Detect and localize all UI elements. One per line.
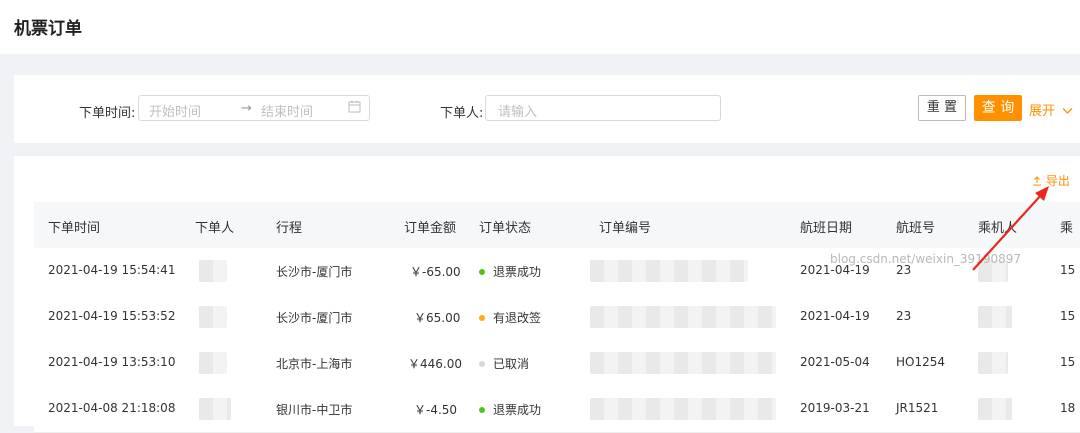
cell-order-time: 2021-04-19 13:53:10 [48, 355, 176, 369]
calendar-icon[interactable] [348, 100, 361, 117]
status-text: 退票成功 [493, 265, 542, 279]
cell-amount: ￥65.00 [414, 311, 461, 325]
cell-order-time: 2021-04-08 21:18:08 [48, 401, 176, 415]
cell-truncated: 15 [1060, 263, 1076, 277]
page-header: 机票订单 [0, 0, 1080, 54]
status-text: 有退改签 [493, 311, 542, 325]
col-order-no: 订单编号 [599, 221, 652, 236]
status-text: 已取消 [493, 357, 530, 371]
cell-amount: ￥-4.50 [414, 403, 458, 417]
query-button[interactable]: 查 询 [974, 95, 1022, 121]
cell-route: 长沙市-厦门市 [276, 311, 353, 325]
order-time-label: 下单时间: [79, 106, 136, 121]
cell-flight-date: 2021-04-19 [800, 309, 870, 323]
col-orderer: 下单人 [195, 221, 235, 236]
blurred-order-no [590, 306, 776, 328]
blurred-orderer [199, 398, 231, 420]
orderer-placeholder: 请输入 [498, 105, 538, 120]
order-time-range-picker[interactable]: 开始时间 → 结束时间 [138, 95, 370, 121]
upload-icon [1033, 176, 1041, 186]
col-passenger: 乘机人 [978, 221, 1018, 236]
reset-button[interactable]: 重 置 [918, 95, 966, 121]
blurred-order-no [590, 352, 776, 374]
blurred-passenger [978, 398, 1012, 420]
cell-flight-date: 2021-05-04 [800, 355, 870, 369]
export-button[interactable]: 导出 [1032, 172, 1070, 189]
blurred-passenger [978, 306, 1012, 328]
export-label: 导出 [1045, 174, 1070, 188]
cell-status: 已取消 [479, 355, 529, 372]
cell-route: 北京市-上海市 [276, 357, 353, 371]
orderer-input[interactable]: 请输入 [485, 95, 721, 121]
orders-table-card: 导出 下单时间 下单人 行程 订单金额 订单状态 订单编号 航班日期 航班号 乘… [14, 156, 1080, 433]
cell-flight-no: 23 [896, 309, 912, 323]
cell-order-time: 2021-04-19 15:53:52 [48, 309, 176, 323]
cell-amount: ￥-65.00 [410, 265, 461, 279]
blurred-order-no [590, 398, 776, 420]
col-flight-no: 航班号 [896, 221, 936, 236]
orderer-label: 下单人: [440, 106, 484, 121]
blurred-order-no [590, 260, 748, 282]
cell-status: 有退改签 [479, 309, 541, 326]
page-title: 机票订单 [14, 19, 82, 39]
cell-flight-no: JR1521 [896, 401, 939, 415]
cell-order-time: 2021-04-19 15:54:41 [48, 263, 176, 277]
col-flight-date: 航班日期 [800, 221, 853, 236]
table-row[interactable]: 2021-04-19 13:53:10 北京市-上海市 ￥446.00 已取消 … [34, 340, 1080, 387]
cell-truncated: 15 [1060, 355, 1076, 369]
expand-label: 展开 [1029, 104, 1056, 119]
table-row[interactable]: 2021-04-19 15:53:52 长沙市-厦门市 ￥65.00 有退改签 … [34, 294, 1080, 341]
filter-panel: 下单时间: 开始时间 → 结束时间 下单人: 请输入 重 置 查 询 展开 [14, 75, 1080, 143]
cell-status: 退票成功 [479, 401, 541, 418]
cell-route: 银川市-中卫市 [276, 403, 353, 417]
cell-status: 退票成功 [479, 263, 541, 280]
blurred-orderer [199, 352, 227, 374]
table-header: 下单时间 下单人 行程 订单金额 订单状态 订单编号 航班日期 航班号 乘机人 … [34, 202, 1080, 248]
col-amount: 订单金额 [404, 221, 457, 236]
col-order-time: 下单时间 [48, 221, 101, 236]
chevron-down-icon [1062, 108, 1073, 114]
expand-toggle[interactable]: 展开 [1029, 100, 1073, 119]
range-arrow-icon: → [241, 101, 252, 116]
status-dot [479, 314, 485, 321]
cell-amount: ￥446.00 [408, 357, 462, 371]
blurred-orderer [199, 306, 227, 328]
status-dot [479, 406, 485, 413]
end-time-input[interactable]: 结束时间 [261, 101, 313, 120]
col-truncated: 乘 [1060, 221, 1074, 236]
status-dot [479, 268, 485, 275]
start-time-input[interactable]: 开始时间 [149, 101, 201, 120]
cell-truncated: 18 [1060, 401, 1076, 415]
col-status: 订单状态 [479, 221, 532, 236]
watermark: blog.csdn.net/weixin_39190897 [830, 252, 1021, 266]
status-text: 退票成功 [493, 403, 542, 417]
cell-flight-no: HO1254 [896, 355, 946, 369]
cell-route: 长沙市-厦门市 [276, 265, 353, 279]
blurred-passenger [978, 352, 1008, 374]
cell-flight-date: 2019-03-21 [800, 401, 870, 415]
status-dot [479, 360, 485, 367]
blurred-orderer [199, 260, 227, 282]
cell-truncated: 15 [1060, 309, 1076, 323]
col-route: 行程 [276, 221, 303, 236]
